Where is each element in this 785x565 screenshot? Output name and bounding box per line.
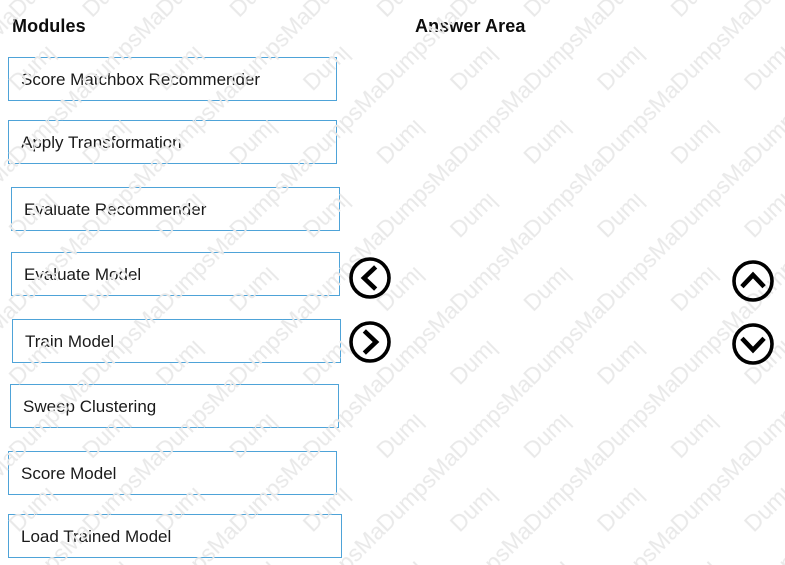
module-item[interactable]: Apply Transformation bbox=[8, 120, 337, 164]
module-item[interactable]: Sweep Clustering bbox=[10, 384, 339, 428]
module-item-label: Evaluate Model bbox=[24, 264, 142, 284]
module-item-label: Score Model bbox=[21, 463, 117, 483]
move-right-button[interactable] bbox=[348, 320, 392, 364]
chevron-right-circle-icon bbox=[349, 321, 391, 363]
move-up-button[interactable] bbox=[731, 259, 775, 303]
answer-area-title: Answer Area bbox=[415, 16, 526, 36]
drag-and-drop-question: Modules Answer Area Score Matchbox Recom… bbox=[0, 0, 785, 565]
move-left-button[interactable] bbox=[348, 256, 392, 300]
move-down-button[interactable] bbox=[731, 322, 775, 366]
module-item-label: Load Trained Model bbox=[21, 526, 172, 546]
module-item-label: Train Model bbox=[25, 331, 115, 351]
answer-area-dropzone[interactable] bbox=[410, 50, 720, 550]
module-item-label: Sweep Clustering bbox=[23, 396, 157, 416]
module-item-label: Apply Transformation bbox=[21, 132, 182, 152]
module-item[interactable]: Load Trained Model bbox=[8, 514, 342, 558]
module-item[interactable]: Score Matchbox Recommender bbox=[8, 57, 337, 101]
chevron-up-circle-icon bbox=[732, 260, 774, 302]
module-item[interactable]: Evaluate Model bbox=[11, 252, 340, 296]
chevron-down-circle-icon bbox=[732, 323, 774, 365]
module-item[interactable]: Score Model bbox=[8, 451, 337, 495]
module-item[interactable]: Train Model bbox=[12, 319, 341, 363]
module-item-label: Score Matchbox Recommender bbox=[21, 69, 261, 89]
modules-panel-title: Modules bbox=[12, 16, 86, 36]
module-item-label: Evaluate Recommender bbox=[24, 199, 207, 219]
chevron-left-circle-icon bbox=[349, 257, 391, 299]
module-item[interactable]: Evaluate Recommender bbox=[11, 187, 340, 231]
